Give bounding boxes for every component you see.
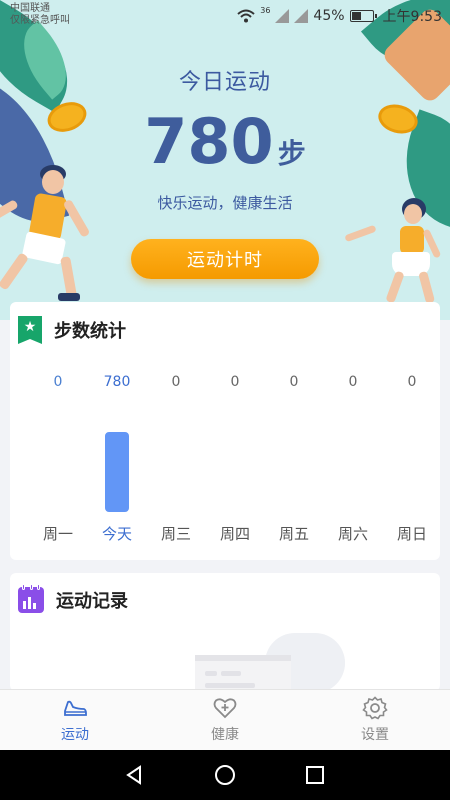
status-indicators: 36 45% 上午9:53 [237,6,442,26]
day-label: 周日 [396,525,427,543]
status-bar: 中国联通 仅限紧急呼叫 36 45% 上午9:53 [0,0,450,32]
step-value-label: 0 [53,374,63,390]
day-label: 周三 [160,525,191,543]
carrier-info: 中国联通 仅限紧急呼叫 [10,3,70,27]
empty-records-illustration [185,633,355,691]
day-label: 周五 [278,525,309,543]
day-label: 周六 [337,525,368,543]
today-steps: 780 步 [0,105,450,178]
network-type-label: 36 [260,6,271,15]
step-value-label: 0 [171,374,181,390]
system-navigation-bar [0,750,450,800]
day-label: 周一 [42,525,73,543]
nav-item-exercise[interactable]: 运动 [0,690,150,750]
carrier-name: 中国联通 [10,3,50,14]
runner-woman-illustration [344,198,450,308]
hero-title: 今日运动 [178,70,271,95]
calendar-chart-icon [18,584,44,613]
card-header: 运动记录 [18,584,128,613]
home-icon[interactable] [214,764,236,786]
back-icon[interactable] [124,764,146,786]
runner-man-illustration [0,165,100,305]
day-label: 周四 [219,525,250,543]
wifi-icon [237,9,255,23]
signal-icon [275,9,290,23]
signal-icon [294,9,309,23]
step-bar [105,432,129,512]
nav-item-health[interactable]: 健康 [150,690,300,750]
nav-item-settings[interactable]: 设置 [300,690,450,750]
step-value-label: 0 [289,374,299,390]
gear-icon [362,696,388,720]
day-label: 今天 [101,525,132,543]
card-title: 运动记录 [56,591,128,612]
exercise-records-card: 运动记录 [10,573,440,691]
hero-slogan: 快乐运动，健康生活 [157,194,293,212]
step-value-label: 0 [230,374,240,390]
bottom-nav: 运动 健康 设置 [0,689,450,750]
step-value-label: 780 [103,374,131,390]
battery-icon [349,10,377,22]
hero-banner: 今日运动 780 步 快乐运动，健康生活 运动计时 [0,0,450,320]
steps-count: 780 [144,105,274,178]
nav-label: 健康 [211,727,239,743]
heart-plus-icon [213,698,237,719]
weekly-steps-chart: 0 周一 780 今天 0 周三 0 周四 0 周五 0 周六 0 周日 [10,302,440,560]
step-value-label: 0 [407,374,417,390]
sneaker-icon [64,700,87,716]
nav-label: 设置 [361,727,389,743]
battery-percent: 45% [313,8,345,24]
recents-icon[interactable] [304,764,326,786]
clock: 上午9:53 [382,9,442,25]
nav-label: 运动 [61,727,89,743]
carrier-status: 仅限紧急呼叫 [10,15,70,26]
step-value-label: 0 [348,374,358,390]
step-stats-card: ★ 步数统计 0 周一 780 今天 0 周三 0 周四 0 周五 0 周六 0 周日 [10,302,440,560]
exercise-timer-button[interactable]: 运动计时 [131,239,319,279]
steps-unit: 步 [277,137,306,170]
